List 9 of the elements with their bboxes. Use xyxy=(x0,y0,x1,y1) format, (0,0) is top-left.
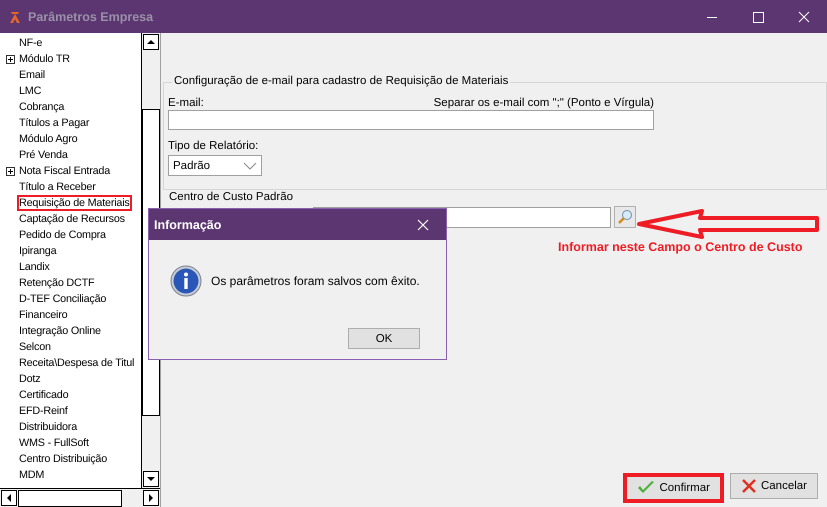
dialog-message: Os parâmetros foram salvos com êxito. xyxy=(211,274,420,288)
field-label: Centro de Custo Padrão xyxy=(169,191,294,203)
dialog-title: Informação xyxy=(154,218,222,232)
window-title: Parâmetros Empresa xyxy=(28,10,154,24)
field-label: E-mail: xyxy=(168,97,204,109)
field-label: Tipo de Relatório: xyxy=(168,140,260,152)
annotation-text: Informar neste Campo o Centro de Custo xyxy=(558,240,804,254)
group-legend: Configuração de e-mail para cadastro de Requisição de Materiais xyxy=(172,75,510,87)
hint-text: Separar os e-mail com ";" (Ponto e Vírgula) xyxy=(434,97,654,109)
